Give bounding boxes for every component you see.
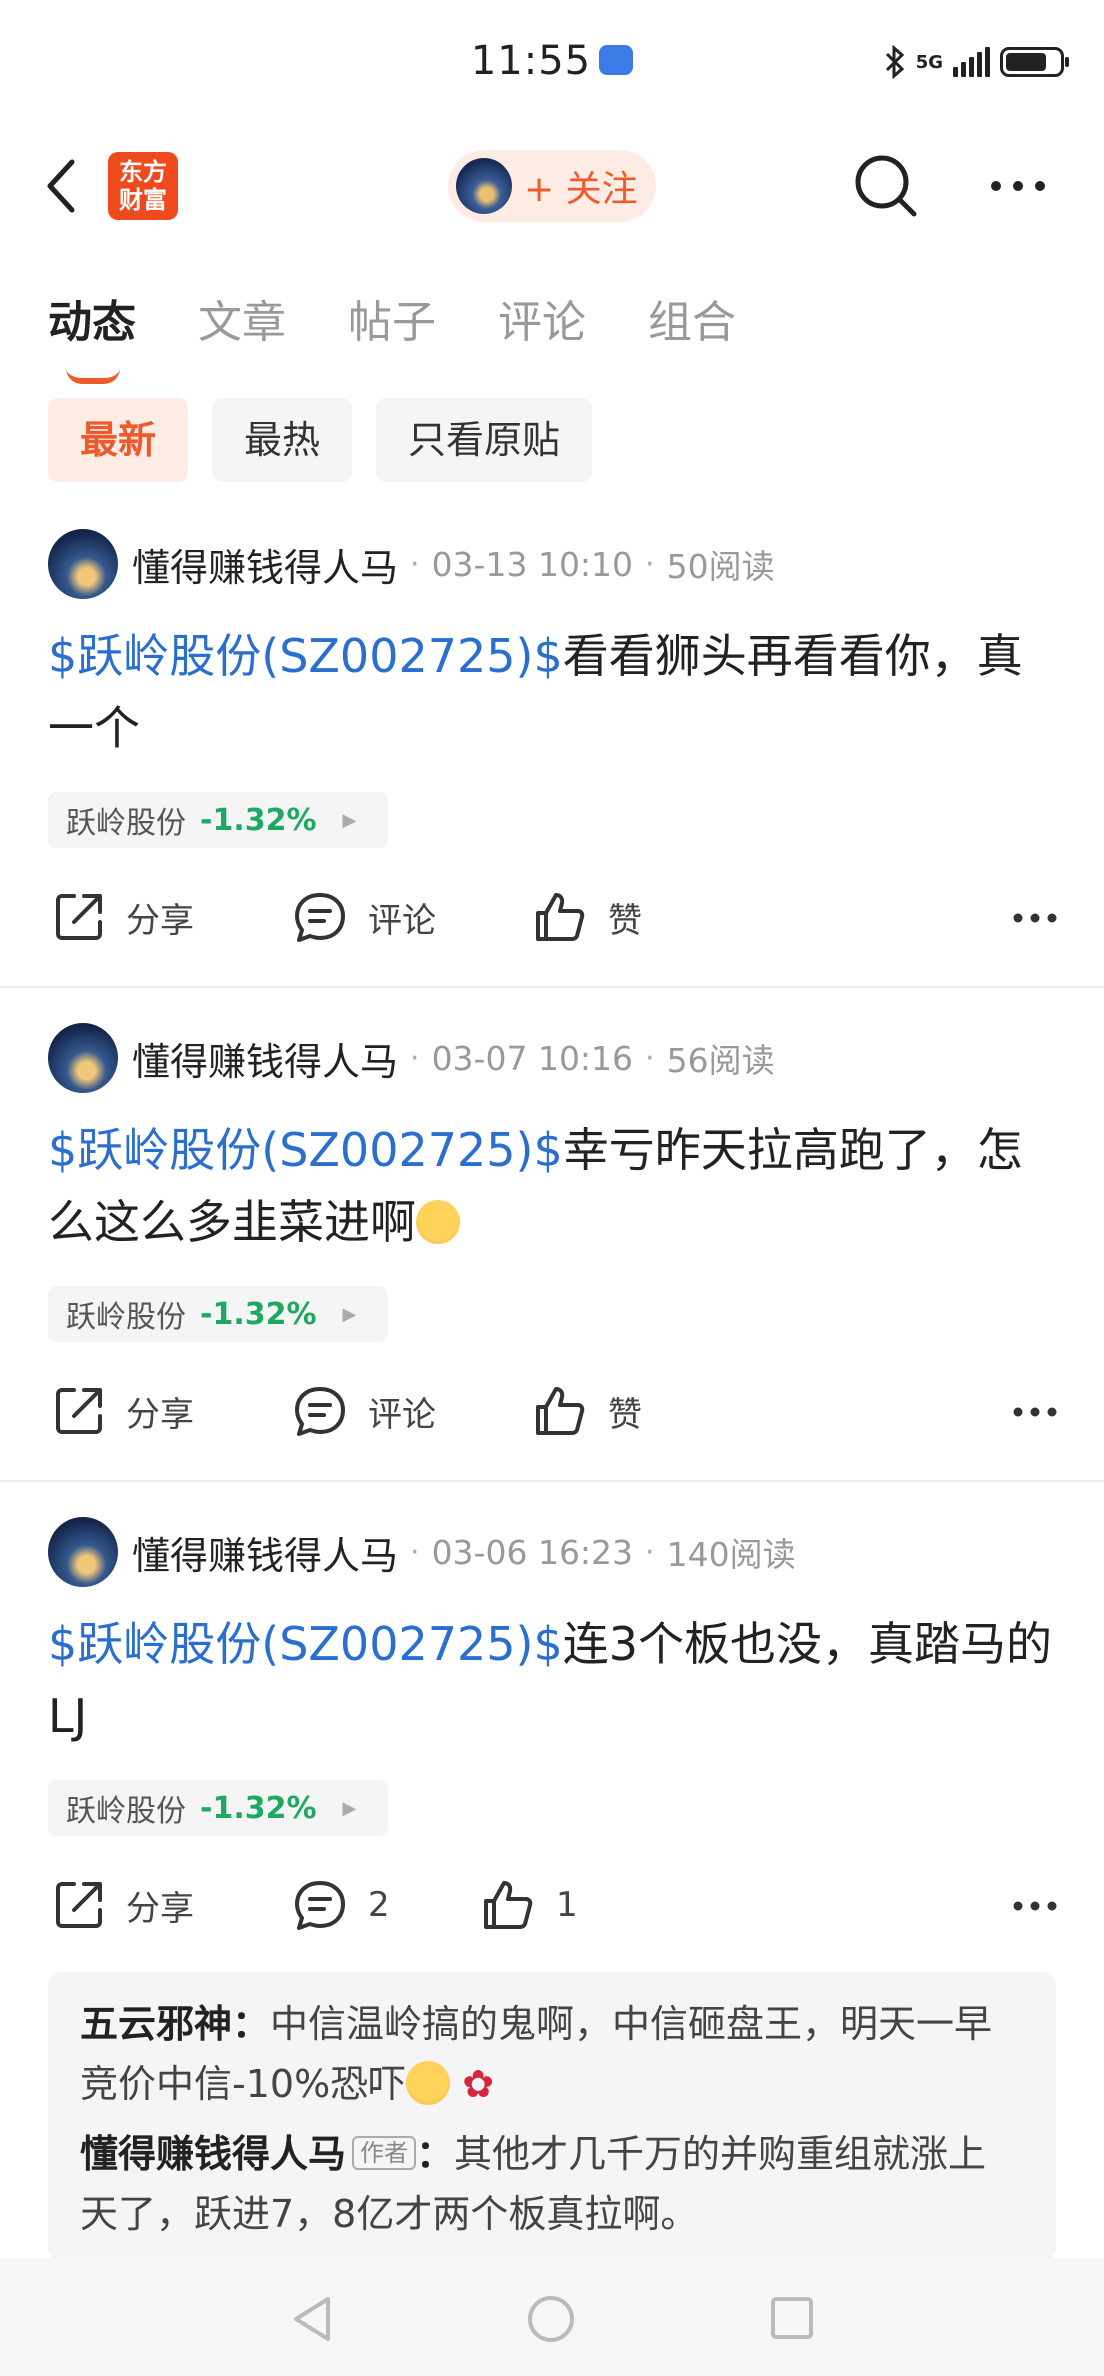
game-icon — [599, 45, 634, 75]
stock-pill[interactable]: 跃岭股份 -1.32% ▶ — [48, 1286, 388, 1342]
thumbs-up-icon — [484, 1881, 533, 1929]
post-card[interactable]: 懂得赚钱得人马 · 03-13 10:10 · 50阅读 $跃岭股份(SZ00272… — [0, 528, 1104, 984]
tab-dynamic[interactable]: 动态 — [48, 286, 136, 384]
filter-latest[interactable]: 最新 — [48, 398, 189, 482]
post-date: 03-06 16:23 — [431, 1532, 634, 1572]
system-nav-bar — [0, 2258, 1104, 2376]
search-icon[interactable] — [852, 152, 920, 220]
comment-button[interactable]: 2 — [292, 1870, 390, 1940]
bluetooth-icon — [885, 45, 904, 79]
nav-recents-icon[interactable] — [770, 2296, 814, 2340]
post-date: 03-13 10:10 — [431, 544, 634, 584]
comment-icon — [295, 1387, 345, 1436]
comment-author[interactable]: 懂得赚钱得人马 — [80, 2132, 346, 2176]
sleeping-emoji — [406, 2060, 451, 2105]
post-meta: 懂得赚钱得人马 · 03-13 10:10 · 50阅读 — [48, 528, 775, 600]
divider — [0, 1480, 1104, 1482]
author-badge: 作者 — [352, 2135, 417, 2170]
share-icon — [56, 1882, 102, 1928]
comment-button[interactable]: 评论 — [292, 882, 436, 952]
filter-hottest[interactable]: 最热 — [212, 398, 353, 482]
app-logo: 东方 财富 — [108, 152, 178, 220]
more-options-icon[interactable] — [1012, 1900, 1058, 1912]
more-options-icon[interactable] — [1012, 1406, 1058, 1418]
filter-bar: 最新 最热 只看原贴 — [48, 398, 593, 482]
like-button[interactable]: 赞 — [532, 1376, 642, 1446]
post-author[interactable]: 懂得赚钱得人马 — [132, 1031, 398, 1086]
comment-preview[interactable]: 五云邪神：中信温岭搞的鬼啊，中信砸盘王，明天一早竞价中信-10%恐吓 ✿ 懂得赚… — [48, 1972, 1056, 2262]
post-actions: 分享 2 1 — [48, 1870, 1058, 1940]
filter-original-only[interactable]: 只看原贴 — [376, 398, 593, 482]
share-icon — [56, 1388, 102, 1434]
comment-item[interactable]: 懂得赚钱得人马 作者 ：其他才几千万的并购重组就涨上天了，跃进7，8亿才两个板真拉啊… — [80, 2124, 1024, 2244]
post-actions: 分享 评论 赞 — [48, 882, 1058, 952]
tab-posts[interactable]: 帖子 — [348, 286, 436, 350]
nav-back-icon[interactable] — [290, 2294, 334, 2344]
sweat-smile-emoji — [416, 1199, 460, 1244]
post-actions: 分享 评论 赞 — [48, 1376, 1058, 1446]
like-button[interactable]: 赞 — [532, 882, 642, 952]
stock-change: -1.32% — [200, 1296, 317, 1332]
comment-item[interactable]: 五云邪神：中信温岭搞的鬼啊，中信砸盘王，明天一早竞价中信-10%恐吓 ✿ — [80, 1994, 1024, 2114]
user-avatar — [456, 158, 512, 214]
more-icon[interactable] — [988, 176, 1048, 196]
play-icon: ▶ — [342, 809, 357, 831]
post-reads: 140阅读 — [666, 1535, 796, 1574]
signal-icon — [953, 47, 990, 77]
like-button[interactable]: 1 — [480, 1870, 578, 1940]
post-reads: 56阅读 — [666, 1041, 775, 1080]
comment-author[interactable]: 五云邪神 — [80, 2002, 232, 2046]
stock-link[interactable]: $跃岭股份(SZ002725)$ — [48, 1617, 563, 1671]
play-icon: ▶ — [342, 1303, 357, 1325]
follow-label: + 关注 — [524, 169, 638, 210]
avatar[interactable] — [48, 529, 118, 599]
tab-portfolio[interactable]: 组合 — [648, 286, 736, 350]
post-meta: 懂得赚钱得人马 · 03-07 10:16 · 56阅读 — [48, 1022, 775, 1094]
follow-button[interactable]: + 关注 — [448, 150, 656, 222]
post-date: 03-07 10:16 — [431, 1038, 634, 1078]
nav-home-icon[interactable] — [526, 2294, 576, 2344]
battery-icon — [1000, 47, 1069, 77]
post-text[interactable]: $跃岭股份(SZ002725)$看看狮头再看看你，真一个 — [48, 620, 1058, 764]
avatar[interactable] — [48, 1023, 118, 1093]
tab-articles[interactable]: 文章 — [198, 286, 286, 350]
stock-link[interactable]: $跃岭股份(SZ002725)$ — [48, 629, 563, 683]
rose-icon: ✿ — [462, 2062, 495, 2106]
comment-button[interactable]: 评论 — [292, 1376, 436, 1446]
stock-link[interactable]: $跃岭股份(SZ002725)$ — [48, 1123, 563, 1177]
post-reads: 50阅读 — [666, 547, 775, 586]
share-icon — [56, 894, 102, 940]
stock-change: -1.32% — [200, 802, 317, 838]
thumbs-up-icon — [536, 1387, 585, 1435]
post-author[interactable]: 懂得赚钱得人马 — [132, 537, 398, 592]
comment-icon — [295, 1881, 345, 1930]
post-text[interactable]: $跃岭股份(SZ002725)$幸亏昨天拉高跑了，怎么这么多韭菜进啊 — [48, 1114, 1058, 1258]
share-button[interactable]: 分享 — [52, 1870, 194, 1940]
tab-bar: 动态 文章 帖子 评论 组合 — [48, 286, 798, 384]
stock-pill[interactable]: 跃岭股份 -1.32% ▶ — [48, 1780, 388, 1836]
thumbs-up-icon — [536, 893, 585, 941]
play-icon: ▶ — [342, 1797, 357, 1819]
tab-comments[interactable]: 评论 — [498, 286, 586, 350]
post-meta: 懂得赚钱得人马 · 03-06 16:23 · 140阅读 — [48, 1516, 796, 1588]
back-icon[interactable] — [44, 158, 80, 214]
divider — [0, 986, 1104, 988]
avatar[interactable] — [48, 1517, 118, 1587]
more-options-icon[interactable] — [1012, 912, 1058, 924]
post-card[interactable]: 懂得赚钱得人马 · 03-07 10:16 · 56阅读 $跃岭股份(SZ00272… — [0, 1022, 1104, 1478]
post-text[interactable]: $跃岭股份(SZ002725)$连3个板也没，真踏马的LJ — [48, 1608, 1058, 1752]
status-icons: 5G — [884, 42, 1069, 82]
stock-pill[interactable]: 跃岭股份 -1.32% ▶ — [48, 792, 388, 848]
post-author[interactable]: 懂得赚钱得人马 — [132, 1525, 398, 1580]
share-button[interactable]: 分享 — [52, 882, 194, 952]
share-button[interactable]: 分享 — [52, 1376, 194, 1446]
network-label: 5G — [915, 51, 943, 73]
comment-icon — [295, 893, 345, 942]
stock-change: -1.32% — [200, 1790, 317, 1826]
